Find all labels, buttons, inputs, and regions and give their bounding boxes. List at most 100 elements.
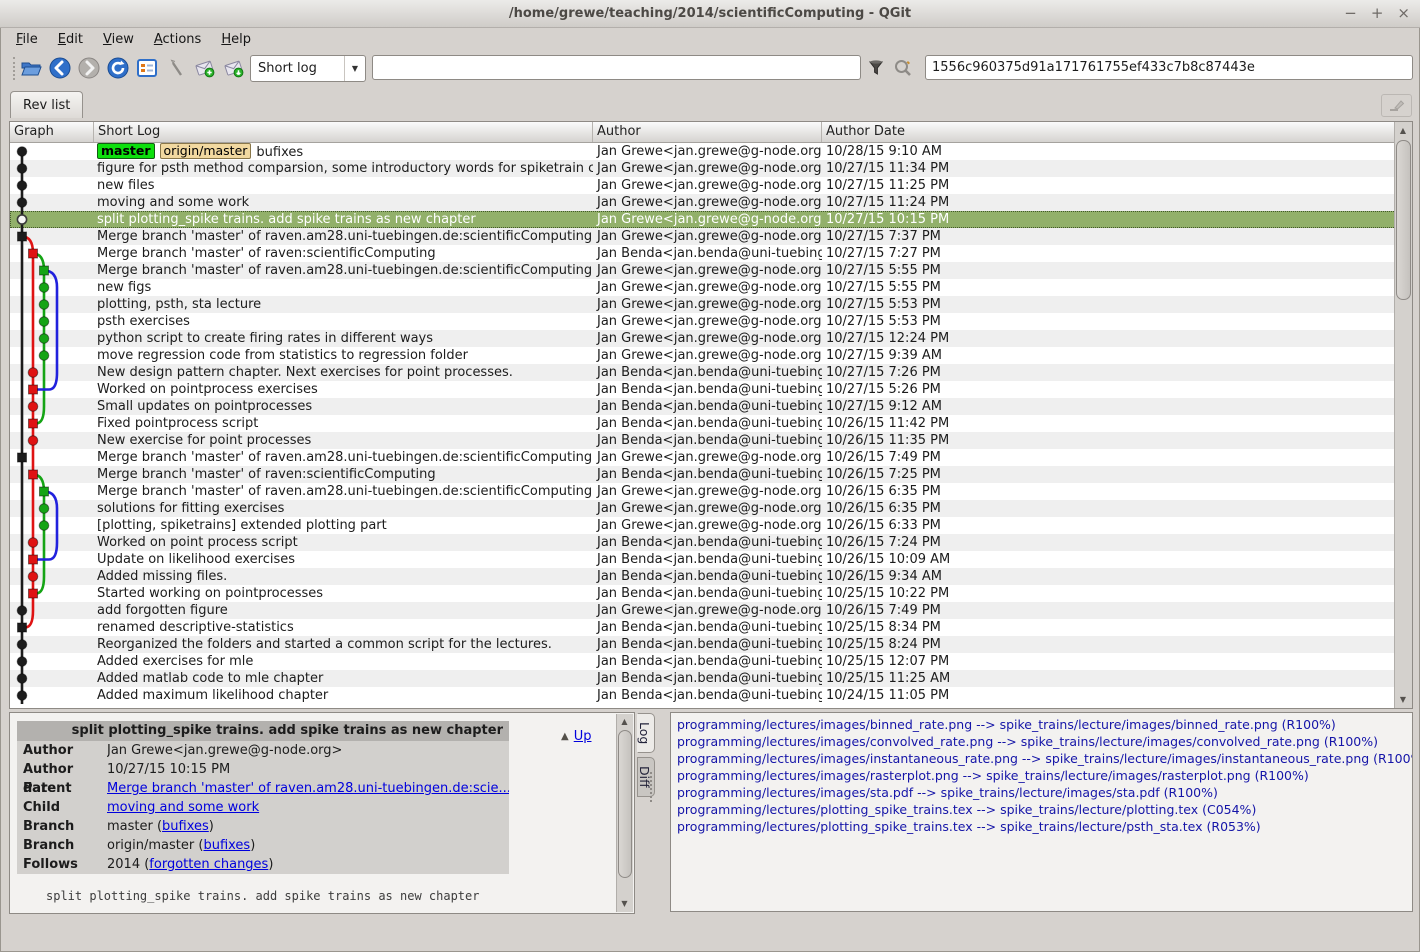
- table-row[interactable]: renamed descriptive-statisticsJan Benda<…: [10, 619, 1412, 636]
- table-row[interactable]: Merge branch 'master' of raven:scientifi…: [10, 245, 1412, 262]
- details-scrollbar[interactable]: ▲ ▼: [616, 714, 633, 912]
- view-list-icon[interactable]: [134, 55, 160, 81]
- table-row[interactable]: [plotting, spiketrains] extended plottin…: [10, 517, 1412, 534]
- author-date-cell: 10/27/15 11:34 PM: [822, 160, 1412, 177]
- menu-help[interactable]: Help: [211, 30, 261, 49]
- minimize-button[interactable]: −: [1344, 6, 1357, 21]
- detail-link[interactable]: forgotten changes: [149, 857, 268, 872]
- table-row[interactable]: Worked on point process scriptJan Benda<…: [10, 534, 1412, 551]
- vertical-splitter-handle[interactable]: [650, 772, 652, 802]
- short-log-cell: figure for psth method comparsion, some …: [94, 160, 593, 177]
- table-row[interactable]: Added maximum likelihood chapterJan Bend…: [10, 687, 1412, 704]
- column-header-author-date[interactable]: Author Date: [822, 122, 1412, 142]
- table-row[interactable]: Merge branch 'master' of raven.am28.uni-…: [10, 228, 1412, 245]
- author-date-cell: 10/26/15 7:49 PM: [822, 449, 1412, 466]
- table-row[interactable]: moving and some workJan Grewe<jan.grewe@…: [10, 194, 1412, 211]
- tab-rev-list[interactable]: Rev list: [10, 91, 83, 118]
- short-log-cell: Merge branch 'master' of raven.am28.uni-…: [94, 228, 593, 245]
- author-cell: Jan Benda<jan.benda@uni-tuebing...: [593, 398, 822, 415]
- scrollbar-thumb[interactable]: [618, 730, 632, 878]
- table-row[interactable]: Update on likelihood exercisesJan Benda<…: [10, 551, 1412, 568]
- table-row[interactable]: Started working on pointprocessesJan Ben…: [10, 585, 1412, 602]
- forward-icon[interactable]: [76, 55, 102, 81]
- table-row[interactable]: masterorigin/masterbufixesJan Grewe<jan.…: [10, 143, 1412, 160]
- author-cell: Jan Benda<jan.benda@uni-tuebing...: [593, 466, 822, 483]
- reload-icon[interactable]: [105, 55, 131, 81]
- detail-label: Follows: [17, 855, 107, 874]
- short-log-cell: move regression code from statistics to …: [94, 347, 593, 364]
- tab-log[interactable]: Log: [637, 713, 655, 753]
- up-link[interactable]: Up: [574, 729, 592, 744]
- file-rename-line[interactable]: programming/lectures/images/sta.pdf --> …: [677, 784, 1412, 801]
- back-icon[interactable]: [47, 55, 73, 81]
- column-header-graph[interactable]: Graph: [10, 122, 94, 142]
- search-input[interactable]: [372, 55, 861, 80]
- menu-actions[interactable]: Actions: [144, 30, 212, 49]
- table-row[interactable]: Small updates on pointprocessesJan Benda…: [10, 398, 1412, 415]
- detail-link[interactable]: Merge branch 'master' of raven.am28.uni-…: [107, 781, 509, 796]
- file-rename-line[interactable]: programming/lectures/images/instantaneou…: [677, 750, 1412, 767]
- menu-file[interactable]: File: [6, 30, 48, 49]
- table-row[interactable]: figure for psth method comparsion, some …: [10, 160, 1412, 177]
- table-row[interactable]: Added exercises for mleJan Benda<jan.ben…: [10, 653, 1412, 670]
- table-row[interactable]: Merge branch 'master' of raven.am28.uni-…: [10, 262, 1412, 279]
- detail-label: Author: [17, 741, 107, 760]
- file-rename-line[interactable]: programming/lectures/plotting_spike_trai…: [677, 818, 1412, 835]
- close-button[interactable]: ×: [1397, 6, 1410, 21]
- toolbar-drag-handle[interactable]: [13, 57, 15, 80]
- short-log-text: Update on likelihood exercises: [97, 552, 295, 567]
- table-row[interactable]: python script to create firing rates in …: [10, 330, 1412, 347]
- column-header-short-log[interactable]: Short Log: [94, 122, 593, 142]
- highlight-search-button[interactable]: [891, 56, 915, 80]
- graph-cell: [10, 483, 94, 500]
- sha-input[interactable]: [925, 55, 1413, 80]
- table-row[interactable]: split plotting_spike trains. add spike t…: [10, 211, 1412, 228]
- detail-link[interactable]: moving and some work: [107, 800, 259, 815]
- table-row[interactable]: solutions for fitting exercisesJan Grewe…: [10, 500, 1412, 517]
- wand-icon[interactable]: [163, 55, 189, 81]
- scrollbar-thumb[interactable]: [1396, 140, 1411, 300]
- maximize-button[interactable]: +: [1371, 6, 1384, 21]
- detail-link[interactable]: bufixes: [162, 819, 209, 834]
- column-header-author[interactable]: Author: [593, 122, 822, 142]
- table-row[interactable]: add forgotten figureJan Grewe<jan.grewe@…: [10, 602, 1412, 619]
- table-row[interactable]: move regression code from statistics to …: [10, 347, 1412, 364]
- file-rename-line[interactable]: programming/lectures/images/convolved_ra…: [677, 733, 1412, 750]
- rev-list-scrollbar[interactable]: ▲ ▼: [1394, 122, 1412, 708]
- table-row[interactable]: New design pattern chapter. Next exercis…: [10, 364, 1412, 381]
- table-row[interactable]: new filesJan Grewe<jan.grewe@g-node.org>…: [10, 177, 1412, 194]
- table-row[interactable]: Added missing files.Jan Benda<jan.benda@…: [10, 568, 1412, 585]
- table-row[interactable]: Merge branch 'master' of raven.am28.uni-…: [10, 483, 1412, 500]
- table-row[interactable]: Added matlab code to mle chapterJan Bend…: [10, 670, 1412, 687]
- scroll-down-icon[interactable]: ▼: [617, 897, 632, 911]
- short-log-cell: plotting, psth, sta lecture: [94, 296, 593, 313]
- scroll-up-icon[interactable]: ▲: [617, 715, 632, 729]
- table-row[interactable]: Merge branch 'master' of raven.am28.uni-…: [10, 449, 1412, 466]
- view-mode-select[interactable]: Short log ▼: [250, 55, 366, 82]
- scroll-down-icon[interactable]: ▼: [1395, 692, 1411, 707]
- menu-edit[interactable]: Edit: [48, 30, 93, 49]
- table-row[interactable]: psth exercisesJan Grewe<jan.grewe@g-node…: [10, 313, 1412, 330]
- title-bar[interactable]: /home/grewe/teaching/2014/scientificComp…: [0, 0, 1420, 28]
- table-row[interactable]: Merge branch 'master' of raven:scientifi…: [10, 466, 1412, 483]
- save-patch-icon[interactable]: [192, 55, 218, 81]
- table-row[interactable]: Worked on pointprocess exercisesJan Bend…: [10, 381, 1412, 398]
- filter-button[interactable]: [864, 56, 888, 80]
- table-row[interactable]: Reorganized the folders and started a co…: [10, 636, 1412, 653]
- detail-link[interactable]: bufixes: [203, 838, 250, 853]
- table-row[interactable]: new figsJan Grewe<jan.grewe@g-node.org>1…: [10, 279, 1412, 296]
- file-rename-line[interactable]: programming/lectures/plotting_spike_trai…: [677, 801, 1412, 818]
- table-row[interactable]: plotting, psth, sta lectureJan Grewe<jan…: [10, 296, 1412, 313]
- file-rename-line[interactable]: programming/lectures/images/rasterplot.p…: [677, 767, 1412, 784]
- tab-diff[interactable]: Diff: [637, 757, 655, 797]
- table-row[interactable]: Fixed pointprocess scriptJan Benda<jan.b…: [10, 415, 1412, 432]
- open-folder-icon[interactable]: [18, 55, 44, 81]
- file-rename-line[interactable]: programming/lectures/images/binned_rate.…: [677, 716, 1412, 733]
- table-row[interactable]: New exercise for point processesJan Bend…: [10, 432, 1412, 449]
- toggle-highlight-button[interactable]: [1381, 94, 1412, 117]
- graph-cell: [10, 177, 94, 194]
- menu-view[interactable]: View: [93, 30, 144, 49]
- scroll-up-icon[interactable]: ▲: [1395, 123, 1411, 138]
- short-log-text: New exercise for point processes: [97, 433, 311, 448]
- apply-patch-icon[interactable]: [221, 55, 247, 81]
